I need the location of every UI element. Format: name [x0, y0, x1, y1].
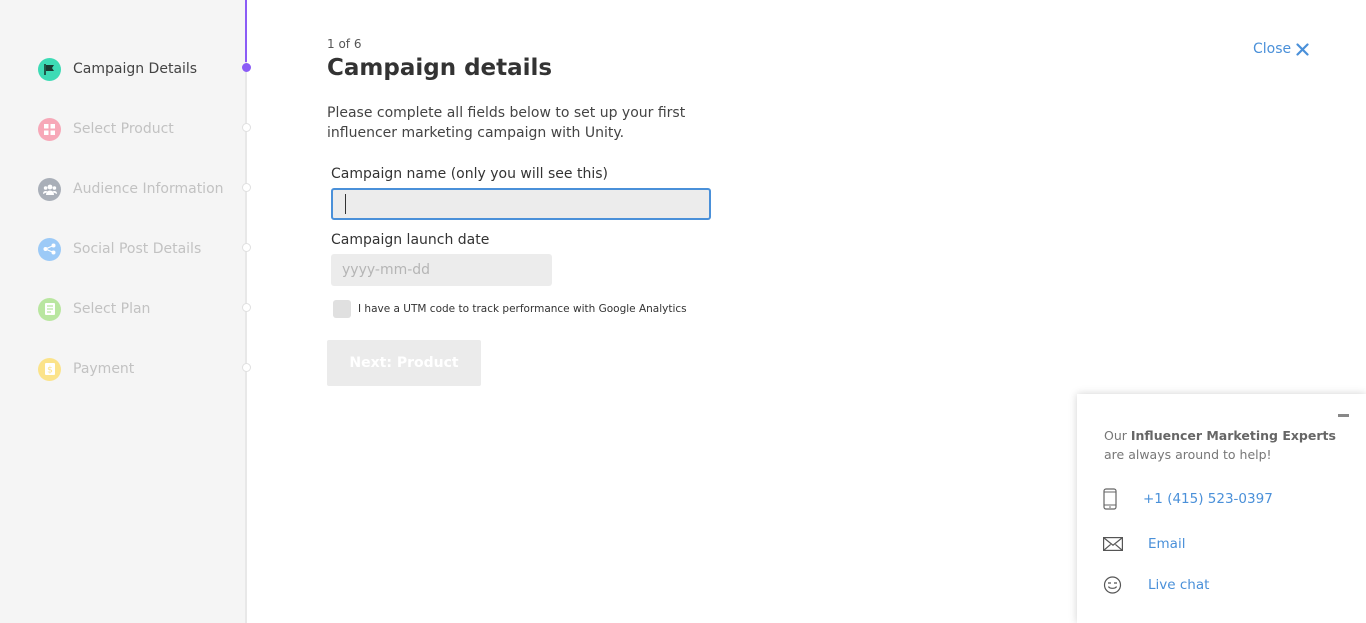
sidebar-item-label: Audience Information: [73, 181, 224, 197]
share-icon: [38, 237, 61, 261]
sidebar-item-select-plan[interactable]: Select Plan: [38, 297, 150, 321]
next-product-button[interactable]: Next: Product: [327, 340, 481, 386]
launch-date-input[interactable]: [331, 254, 552, 286]
help-heading-bold: Influencer Marketing Experts: [1130, 428, 1336, 443]
campaign-name-label: Campaign name (only you will see this): [331, 166, 608, 182]
envelope-icon: [1103, 537, 1123, 551]
sidebar-item-label: Campaign Details: [73, 61, 198, 77]
phone-icon: [1103, 488, 1117, 510]
coin-icon: $: [38, 357, 61, 381]
step-dot: [242, 303, 251, 312]
sidebar: Campaign Details Select Product Audience…: [0, 0, 251, 623]
chat-row: Live chat: [1103, 576, 1209, 594]
close-icon: [1296, 42, 1309, 56]
launch-date-label: Campaign launch date: [331, 232, 490, 248]
step-dot: [242, 363, 251, 372]
campaign-name-input[interactable]: [331, 188, 711, 220]
email-link[interactable]: Email: [1148, 536, 1185, 552]
step-dot: [242, 183, 251, 192]
flag-icon: [38, 57, 61, 81]
sidebar-item-label: Social Post Details: [73, 241, 202, 257]
people-icon: [38, 177, 61, 201]
help-heading-line2: are always around to help!: [1104, 447, 1272, 462]
sidebar-item-select-product[interactable]: Select Product: [38, 117, 174, 141]
step-counter: 1 of 6: [327, 37, 362, 51]
minimize-icon[interactable]: [1338, 414, 1349, 417]
sidebar-item-label: Select Plan: [73, 301, 151, 317]
page-title: Campaign details: [327, 55, 553, 81]
phone-row: +1 (415) 523-0397: [1103, 488, 1273, 510]
sidebar-item-label: Select Product: [73, 121, 174, 137]
intro-text: Please complete all fields below to set …: [327, 105, 686, 141]
step-dot: [242, 63, 251, 72]
sidebar-item-campaign-details[interactable]: Campaign Details: [38, 57, 197, 81]
text-caret: [345, 194, 346, 214]
utm-checkbox-label: I have a UTM code to track performance w…: [358, 303, 687, 315]
close-label: Close: [1253, 41, 1292, 57]
live-chat-link[interactable]: Live chat: [1148, 577, 1209, 593]
sidebar-item-payment[interactable]: $ Payment: [38, 357, 134, 381]
document-icon: [38, 297, 61, 321]
chat-smiley-icon: [1103, 576, 1122, 594]
sidebar-item-audience-information[interactable]: Audience Information: [38, 177, 224, 201]
close-button[interactable]: Close: [1253, 41, 1309, 57]
step-dot: [242, 243, 251, 252]
svg-text:$: $: [47, 366, 53, 376]
sidebar-item-label: Payment: [73, 361, 135, 377]
sidebar-item-social-post-details[interactable]: Social Post Details: [38, 237, 201, 261]
help-heading: Our Influencer Marketing Experts are alw…: [1104, 426, 1344, 464]
help-heading-prefix: Our: [1104, 428, 1131, 443]
help-widget: Our Influencer Marketing Experts are alw…: [1077, 394, 1366, 623]
email-row: Email: [1103, 536, 1185, 552]
step-dot: [242, 123, 251, 132]
grid-icon: [38, 117, 61, 141]
utm-checkbox[interactable]: [333, 300, 351, 318]
progress-track-active: [245, 0, 247, 62]
phone-link[interactable]: +1 (415) 523-0397: [1143, 491, 1273, 507]
